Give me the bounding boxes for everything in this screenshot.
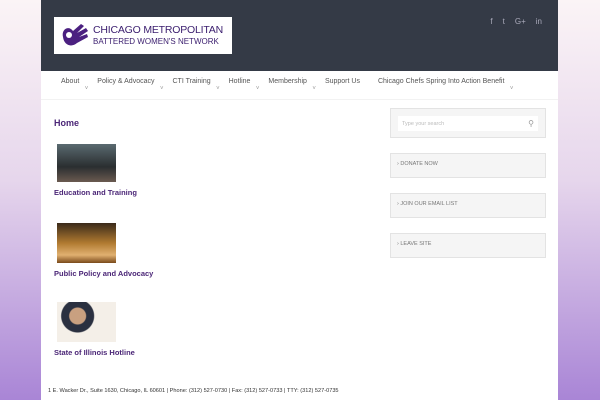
search-input[interactable]: Type your search ⚲: [398, 116, 538, 131]
main-content: Home Education and Training Public Polic…: [54, 118, 374, 357]
item-link[interactable]: Education and Training: [54, 188, 374, 197]
bullet-icon: ›: [397, 161, 399, 167]
logo-line2: BATTERED WOMEN'S NETWORK: [93, 37, 219, 47]
nav-cti-training[interactable]: CTI Training ˅: [167, 71, 220, 99]
nav-membership[interactable]: Membership ˅: [262, 71, 316, 99]
bullet-icon: ›: [397, 201, 399, 207]
linkedin-icon[interactable]: in: [536, 17, 542, 26]
bullet-icon: ›: [397, 241, 399, 247]
chevron-down-icon: ˅: [255, 86, 260, 92]
email-widget[interactable]: › JOIN OUR EMAIL LIST: [390, 193, 546, 218]
education-photo[interactable]: [57, 144, 116, 182]
chevron-down-icon: ˅: [509, 86, 514, 92]
nav-support-us[interactable]: Support Us: [319, 71, 366, 99]
chevron-down-icon: ˅: [159, 86, 164, 92]
page: CHICAGO METROPOLITAN BATTERED WOMEN'S NET…: [41, 0, 558, 400]
list-item: State of Illinois Hotline: [54, 302, 374, 357]
email-list-link[interactable]: JOIN OUR EMAIL LIST: [400, 201, 457, 207]
facebook-icon[interactable]: f: [490, 17, 492, 26]
google-plus-icon[interactable]: G+: [515, 17, 526, 26]
leave-widget[interactable]: › LEAVE SITE: [390, 233, 546, 258]
hotline-photo[interactable]: [57, 302, 116, 342]
main-nav: About ˅ Policy & Advocacy ˅ CTI Training ˅ …: [41, 71, 558, 100]
search-icon[interactable]: ⚲: [528, 119, 534, 128]
nav-label: CTI Training: [172, 78, 211, 85]
nav-about[interactable]: About ˅: [55, 71, 88, 99]
item-link[interactable]: State of Illinois Hotline: [54, 348, 374, 357]
nav-label: Support Us: [324, 78, 360, 85]
item-link[interactable]: Public Policy and Advocacy: [54, 269, 374, 278]
nav-label: Hotline: [228, 78, 251, 85]
gavel-photo[interactable]: [57, 223, 116, 263]
nav-policy-advocacy[interactable]: Policy & Advocacy ˅: [91, 71, 163, 99]
nav-chefs-benefit[interactable]: Chicago Chefs Spring Into Action Benefit…: [372, 71, 513, 99]
search-widget: Type your search ⚲: [390, 108, 546, 138]
leave-site-link[interactable]: LEAVE SITE: [400, 241, 431, 247]
sidebar: Type your search ⚲ › DONATE NOW › JOIN OU…: [390, 108, 546, 273]
twitter-icon[interactable]: t: [503, 17, 505, 26]
list-item: Public Policy and Advocacy: [54, 223, 374, 278]
header: CHICAGO METROPOLITAN BATTERED WOMEN'S NET…: [41, 0, 558, 71]
donate-link[interactable]: DONATE NOW: [400, 161, 437, 167]
donate-widget[interactable]: › DONATE NOW: [390, 153, 546, 178]
nav-label: About: [61, 78, 80, 85]
chevron-down-icon: ˅: [84, 86, 89, 92]
list-item: Education and Training: [54, 144, 374, 197]
nav-label: Membership: [268, 78, 307, 85]
social-links: f t G+ in: [490, 17, 542, 26]
search-placeholder: Type your search: [402, 120, 445, 127]
footer-address: 1 E. Wacker Dr., Suite 1630, Chicago, IL…: [48, 388, 339, 394]
page-title: Home: [54, 118, 80, 128]
chevron-down-icon: ˅: [216, 86, 220, 92]
logo-line1: CHICAGO METROPOLITAN: [93, 23, 223, 36]
nav-label: Chicago Chefs Spring Into Action Benefit: [377, 78, 505, 85]
site-logo[interactable]: CHICAGO METROPOLITAN BATTERED WOMEN'S NET…: [54, 17, 232, 54]
nav-label: Policy & Advocacy: [97, 78, 155, 85]
nav-hotline[interactable]: Hotline ˅: [223, 71, 260, 99]
chevron-down-icon: ˅: [312, 86, 316, 92]
hand-logo-icon: [62, 23, 88, 45]
